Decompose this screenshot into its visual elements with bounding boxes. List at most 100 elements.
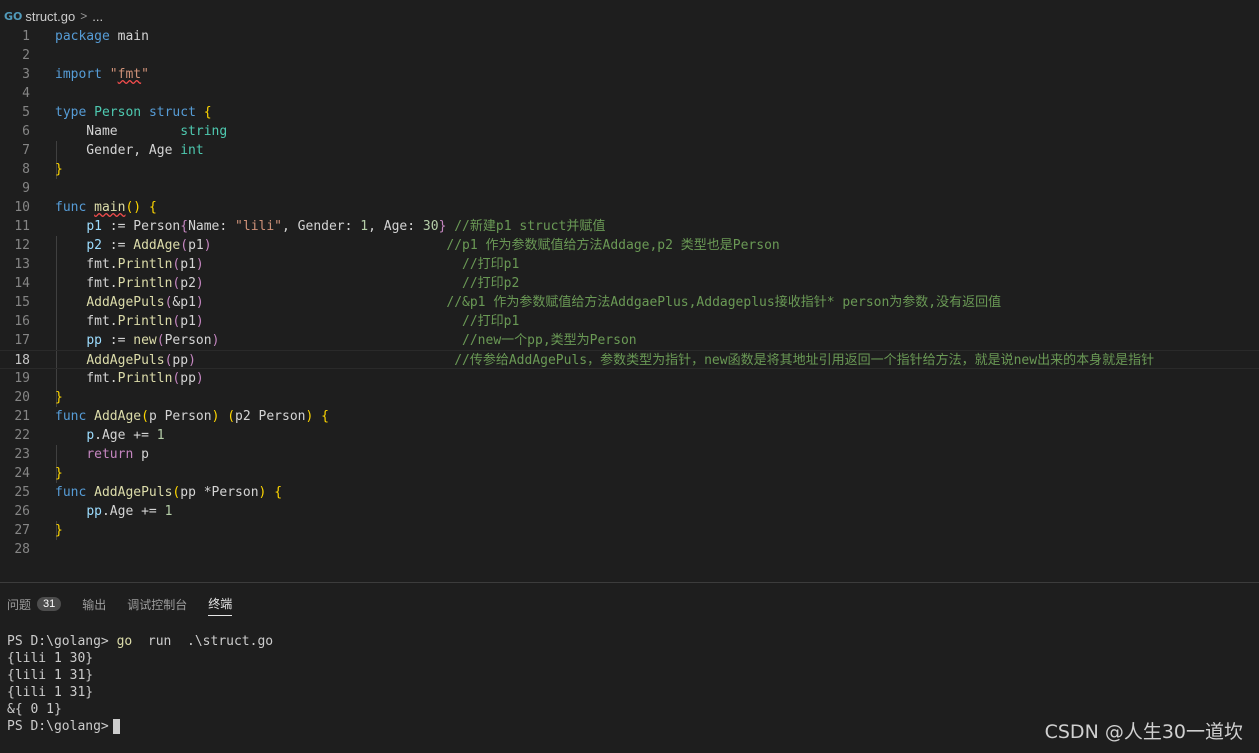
code-line: 17 pp := new(Person) //new一个pp,类型为Person bbox=[0, 331, 1259, 350]
code-line: 13 fmt.Println(p1) //打印p1 bbox=[0, 255, 1259, 274]
line-code: func AddAge(p Person) (p2 Person) { bbox=[55, 409, 329, 424]
line-number: 14 bbox=[14, 276, 30, 291]
line-code: AddAgePuls(&p1) //&p1 作为参数赋值给方法AddgaePlu… bbox=[86, 295, 1002, 310]
code-editor[interactable]: 1 package main 2 3 import "fmt" 4 5 type Pe… bbox=[0, 27, 1259, 575]
line-number: 25 bbox=[14, 485, 30, 500]
terminal-line: PS D:\golang> bbox=[7, 718, 273, 735]
terminal-command: go bbox=[116, 634, 133, 649]
code-line: 19 fmt.Println(pp) bbox=[0, 369, 1259, 388]
tab-debug-console[interactable]: 调试控制台 bbox=[127, 593, 187, 615]
line-number: 12 bbox=[14, 238, 30, 253]
line-code: Gender, Age int bbox=[55, 143, 204, 158]
code-line: 5 type Person struct { bbox=[0, 103, 1259, 122]
line-code: } bbox=[55, 523, 63, 538]
line-code: func main() { bbox=[55, 200, 157, 215]
code-line: 27} bbox=[0, 521, 1259, 540]
line-number: 7 bbox=[22, 143, 30, 158]
code-line: 22 p.Age += 1 bbox=[0, 426, 1259, 445]
line-number: 8 bbox=[22, 162, 30, 177]
line-code: } bbox=[55, 466, 63, 481]
terminal-prompt: PS D:\golang> bbox=[7, 719, 109, 734]
code-line: 14 fmt.Println(p2) //打印p2 bbox=[0, 274, 1259, 293]
code-line: 24} bbox=[0, 464, 1259, 483]
line-code: } bbox=[55, 162, 63, 177]
code-line: 7 Gender, Age int bbox=[0, 141, 1259, 160]
line-number: 23 bbox=[14, 447, 30, 462]
line-code: fmt.Println(p1) //打印p1 bbox=[55, 257, 520, 272]
line-number: 17 bbox=[14, 333, 30, 348]
tab-label: 调试控制台 bbox=[127, 597, 188, 612]
tab-output[interactable]: 输出 bbox=[82, 593, 106, 615]
code-line: 6 Name string bbox=[0, 122, 1259, 141]
line-code: fmt.Println(pp) bbox=[55, 371, 204, 386]
bottom-panel: 问题 31 输出 调试控制台 终端 PS D:\golang> go run .… bbox=[0, 582, 1259, 753]
line-number: 13 bbox=[14, 257, 30, 272]
line-number: 9 bbox=[22, 181, 30, 196]
terminal-line: &{ 0 1} bbox=[7, 702, 62, 717]
line-number: 10 bbox=[14, 200, 30, 215]
line-number: 6 bbox=[22, 124, 30, 139]
terminal-line: PS D:\golang> go run .\struct.go bbox=[7, 633, 273, 650]
code-line: 2 bbox=[0, 46, 1259, 65]
terminal-line: {lili 1 31} bbox=[7, 668, 94, 683]
code-line: 15 AddAgePuls(&p1) //&p1 作为参数赋值给方法Addgae… bbox=[0, 293, 1259, 312]
line-number: 4 bbox=[22, 86, 30, 101]
problems-count-badge: 31 bbox=[37, 597, 62, 611]
terminal-line: {lili 1 30} bbox=[7, 651, 94, 666]
breadcrumb-file[interactable]: struct.go bbox=[25, 9, 75, 24]
line-number: 22 bbox=[14, 428, 30, 443]
code-line: 28 bbox=[0, 540, 1259, 559]
code-line: 26 pp.Age += 1 bbox=[0, 502, 1259, 521]
code-line: 25 func AddAgePuls(pp *Person) { bbox=[0, 483, 1259, 502]
line-number: 26 bbox=[14, 504, 30, 519]
code-line: 8} bbox=[0, 160, 1259, 179]
line-code: p1 := Person{Name: "lili", Gender: 1, Ag… bbox=[86, 219, 606, 234]
line-code: p2 := AddAge(p1) //p1 作为参数赋值给方法Addage,p2… bbox=[86, 238, 780, 253]
line-code: import "fmt" bbox=[55, 67, 149, 82]
watermark: CSDN @人生30一道坎 bbox=[1044, 721, 1243, 743]
tab-problems[interactable]: 问题 31 bbox=[7, 593, 62, 615]
line-code: AddAgePuls(pp) //传参给AddAgePuls，参数类型为指针，n… bbox=[86, 353, 1155, 368]
line-code: pp := new(Person) //new一个pp,类型为Person bbox=[86, 333, 637, 348]
code-line-current: 18 AddAgePuls(pp) //传参给AddAgePuls，参数类型为指… bbox=[0, 350, 1259, 369]
code-line: 4 bbox=[0, 84, 1259, 103]
line-code: fmt.Println(p2) //打印p2 bbox=[55, 276, 520, 291]
go-file-icon: GO bbox=[4, 9, 23, 23]
terminal-cursor bbox=[112, 719, 120, 734]
terminal-line: {lili 1 31} bbox=[7, 685, 94, 700]
line-code: pp.Age += 1 bbox=[86, 504, 173, 519]
code-line: 21 func AddAge(p Person) (p2 Person) { bbox=[0, 407, 1259, 426]
breadcrumb-more[interactable]: ... bbox=[92, 9, 103, 24]
line-number: 11 bbox=[14, 219, 30, 234]
line-code: type Person struct { bbox=[55, 105, 212, 120]
line-number: 15 bbox=[14, 295, 30, 310]
line-code: Name string bbox=[55, 124, 228, 139]
line-number: 3 bbox=[22, 67, 30, 82]
line-number: 24 bbox=[14, 466, 30, 481]
line-number: 28 bbox=[14, 542, 30, 557]
line-number: 1 bbox=[22, 29, 30, 44]
line-number: 21 bbox=[14, 409, 30, 424]
line-code: func AddAgePuls(pp *Person) { bbox=[55, 485, 283, 500]
line-number: 5 bbox=[22, 105, 30, 120]
tab-label: 问题 bbox=[7, 597, 32, 612]
line-code: } bbox=[55, 390, 63, 405]
code-line: 20} bbox=[0, 388, 1259, 407]
chevron-right-icon: > bbox=[80, 9, 88, 23]
code-line: 1 package main bbox=[0, 27, 1259, 46]
line-number: 18 bbox=[14, 353, 30, 368]
tab-terminal[interactable]: 终端 bbox=[208, 593, 233, 616]
code-line: 12 p2 := AddAge(p1) //p1 作为参数赋值给方法Addage… bbox=[0, 236, 1259, 255]
code-line: 3 import "fmt" bbox=[0, 65, 1259, 84]
line-number: 19 bbox=[14, 371, 30, 386]
tab-label: 终端 bbox=[208, 597, 233, 611]
line-number: 16 bbox=[14, 314, 30, 329]
terminal-output[interactable]: PS D:\golang> go run .\struct.go {lili 1… bbox=[7, 633, 273, 735]
line-code: package main bbox=[55, 29, 149, 44]
line-number: 2 bbox=[22, 48, 30, 63]
line-code: p.Age += 1 bbox=[86, 428, 165, 443]
terminal-command-args: run .\struct.go bbox=[132, 634, 274, 649]
panel-tabs: 问题 31 输出 调试控制台 终端 bbox=[0, 593, 246, 616]
code-line: 16 fmt.Println(p1) //打印p1 bbox=[0, 312, 1259, 331]
code-line: 10 func main() { bbox=[0, 198, 1259, 217]
